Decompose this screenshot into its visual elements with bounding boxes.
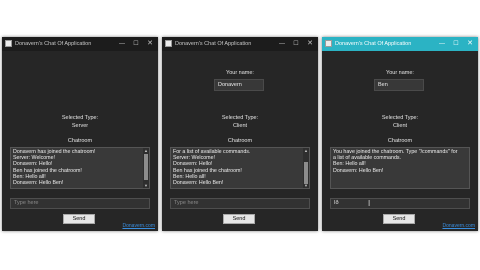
minimize-icon[interactable]: — <box>116 37 128 51</box>
selected-type-value: Client <box>392 123 408 129</box>
chat-log[interactable]: Donavern has joined the chatroom! Server… <box>10 147 150 189</box>
footer-link[interactable]: Donavern.com <box>122 223 155 229</box>
chatroom-label: Chatroom <box>67 138 93 144</box>
message-input[interactable]: Type here <box>10 198 150 209</box>
window-title: Donavern's Chat Of Application <box>335 41 412 47</box>
chat-message: You have joined the chatroom. Type "/com… <box>333 149 458 162</box>
maximize-icon[interactable]: ☐ <box>130 37 142 51</box>
window-title: Donavern's Chat Of Application <box>175 41 252 47</box>
chat-window-client-ben: Donavern's Chat Of Application — ☐ ✕ You… <box>322 37 478 231</box>
chat-log[interactable]: You have joined the chatroom. Type "/com… <box>330 147 470 189</box>
scroll-thumb[interactable] <box>304 162 308 184</box>
maximize-icon[interactable]: ☐ <box>290 37 302 51</box>
scroll-down-arrow-icon[interactable]: ▼ <box>303 183 309 188</box>
title-bar[interactable]: Donavern's Chat Of Application — ☐ ✕ <box>2 37 158 51</box>
maximize-icon[interactable]: ☐ <box>450 37 462 51</box>
app-icon <box>5 40 12 47</box>
window-title: Donavern's Chat Of Application <box>15 41 92 47</box>
send-button[interactable]: Send <box>223 214 255 224</box>
minimize-icon[interactable]: — <box>276 37 288 51</box>
chat-scrollbar[interactable]: ▲ ▼ <box>303 148 309 188</box>
name-field[interactable]: Donavern <box>214 79 264 91</box>
chatroom-label: Chatroom <box>387 138 413 144</box>
chat-scrollbar[interactable]: ▲ ▼ <box>143 148 149 188</box>
footer-link[interactable]: Donavern.com <box>442 223 475 229</box>
close-icon[interactable]: ✕ <box>304 37 316 51</box>
title-bar[interactable]: Donavern's Chat Of Application — ☐ ✕ <box>322 37 478 51</box>
minimize-icon[interactable]: — <box>436 37 448 51</box>
your-name-label: Your name: <box>386 70 414 76</box>
selected-type-value: Server <box>71 123 89 129</box>
name-field[interactable]: Ben <box>374 79 424 91</box>
scroll-up-arrow-icon[interactable]: ▲ <box>303 148 309 153</box>
close-icon[interactable]: ✕ <box>464 37 476 51</box>
selected-type-label: Selected Type: <box>221 115 259 121</box>
selected-type-label: Selected Type: <box>381 115 419 121</box>
selected-type-label: Selected Type: <box>61 115 99 121</box>
chatroom-label: Chatroom <box>227 138 253 144</box>
chat-log[interactable]: For a list of available commands. Server… <box>170 147 310 189</box>
app-icon <box>165 40 172 47</box>
message-input[interactable]: Ið <box>330 198 470 209</box>
close-icon[interactable]: ✕ <box>144 37 156 51</box>
scroll-down-arrow-icon[interactable]: ▼ <box>143 183 149 188</box>
chat-window-server: Donavern's Chat Of Application — ☐ ✕ Sel… <box>2 37 158 231</box>
title-bar[interactable]: Donavern's Chat Of Application — ☐ ✕ <box>162 37 318 51</box>
send-button[interactable]: Send <box>383 214 415 224</box>
chat-message: Donavern: Hello Ben! <box>333 167 384 174</box>
message-input[interactable]: Type here <box>170 198 310 209</box>
text-cursor-icon: I <box>368 199 371 208</box>
chat-window-client-donavern: Donavern's Chat Of Application — ☐ ✕ You… <box>162 37 318 231</box>
scroll-thumb[interactable] <box>144 154 148 180</box>
selected-type-value: Client <box>232 123 248 129</box>
send-button[interactable]: Send <box>63 214 95 224</box>
scroll-up-arrow-icon[interactable]: ▲ <box>143 148 149 153</box>
chat-message: Donavern: Hello Ben! <box>13 180 64 187</box>
your-name-label: Your name: <box>226 70 254 76</box>
chat-message: Donavern: Hello Ben! <box>173 180 224 187</box>
app-icon <box>325 40 332 47</box>
